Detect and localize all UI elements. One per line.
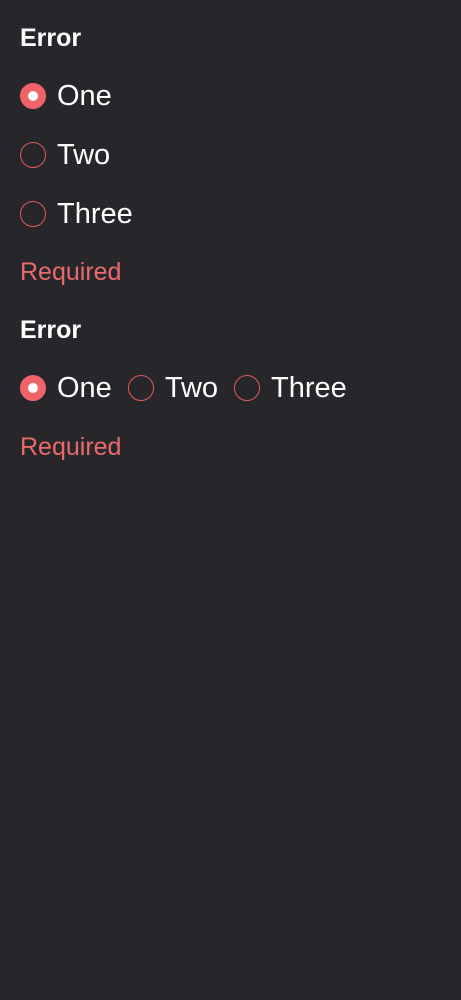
radio-checked-icon[interactable] — [20, 375, 46, 401]
radio-label: One — [57, 80, 112, 112]
radio-label: Three — [271, 372, 347, 404]
radio-checked-icon[interactable] — [20, 83, 46, 109]
radio-options-horizontal: One Two Three — [20, 372, 363, 404]
radio-group-horizontal: Error One Two Three Required — [20, 314, 363, 463]
radio-label: One — [57, 372, 112, 404]
radio-options-vertical: One Two Three — [20, 80, 133, 257]
radio-label: Three — [57, 198, 133, 230]
radio-option-two[interactable]: Two — [127, 372, 219, 404]
error-helper-text: Required — [20, 258, 122, 286]
radio-group-vertical: Error One Two Three Required — [20, 22, 133, 288]
radio-option-one[interactable]: One — [20, 80, 133, 139]
radio-groups-page: Error One Two Three Required Error One T… — [0, 0, 461, 1000]
radio-option-three[interactable]: Three — [20, 198, 133, 257]
radio-unchecked-icon[interactable] — [127, 375, 154, 401]
radio-option-two[interactable]: Two — [20, 139, 133, 198]
group-label: Error — [20, 24, 82, 52]
radio-unchecked-icon[interactable] — [20, 142, 46, 168]
radio-label: Two — [164, 372, 219, 404]
radio-unchecked-icon[interactable] — [20, 201, 46, 227]
group-label: Error — [20, 316, 82, 344]
radio-option-one[interactable]: One — [20, 372, 112, 404]
radio-option-three[interactable]: Three — [234, 372, 347, 404]
error-helper-text: Required — [20, 433, 122, 461]
radio-unchecked-icon[interactable] — [234, 375, 261, 401]
radio-label: Two — [57, 139, 111, 171]
